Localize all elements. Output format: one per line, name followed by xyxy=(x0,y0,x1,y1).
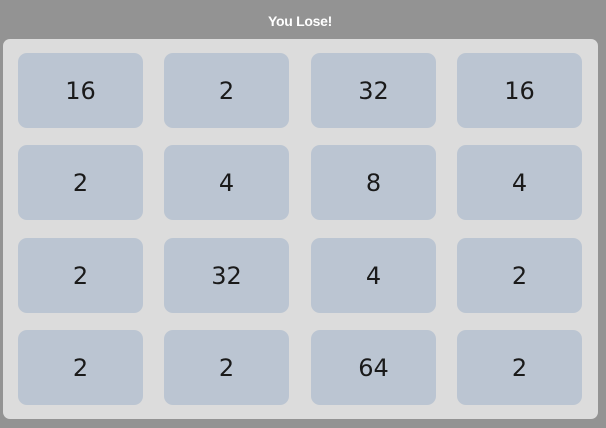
tile: 32 xyxy=(164,238,289,313)
game-board: 16 2 32 16 2 4 8 4 2 32 4 2 2 2 64 2 xyxy=(3,39,598,419)
tile: 2 xyxy=(18,238,143,313)
tile: 2 xyxy=(164,330,289,405)
tile: 4 xyxy=(164,145,289,220)
tile: 64 xyxy=(311,330,436,405)
tile: 16 xyxy=(457,53,582,128)
game-status-message: You Lose! xyxy=(268,13,332,29)
tile: 4 xyxy=(311,238,436,313)
tile: 2 xyxy=(457,238,582,313)
tile: 8 xyxy=(311,145,436,220)
tile: 2 xyxy=(18,145,143,220)
tile: 16 xyxy=(18,53,143,128)
tile: 4 xyxy=(457,145,582,220)
tile: 32 xyxy=(311,53,436,128)
tile: 2 xyxy=(18,330,143,405)
tile: 2 xyxy=(457,330,582,405)
tile: 2 xyxy=(164,53,289,128)
